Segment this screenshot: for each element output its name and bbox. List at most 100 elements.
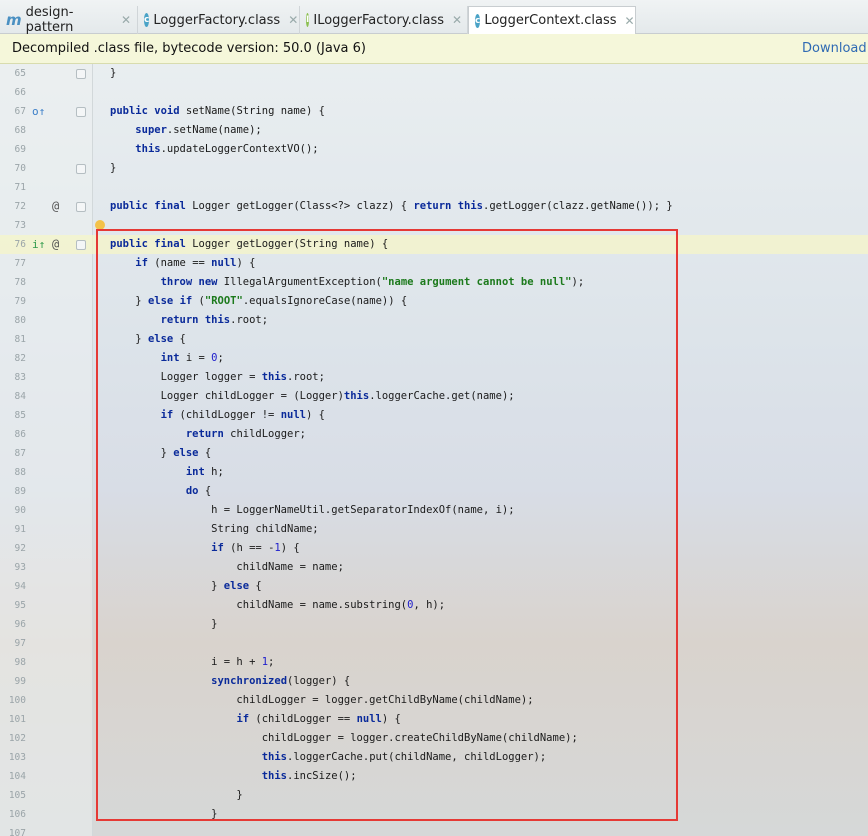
code-text[interactable]: if (name == null) { [110, 254, 255, 273]
code-text[interactable]: Logger childLogger = (Logger)this.logger… [110, 387, 515, 406]
fold-marker-icon[interactable] [76, 240, 86, 250]
code-line[interactable]: 99 synchronized(logger) { [0, 672, 868, 691]
code-line[interactable]: 84 Logger childLogger = (Logger)this.log… [0, 387, 868, 406]
code-line[interactable]: 81 } else { [0, 330, 868, 349]
overrides-method-icon[interactable]: o↑ [32, 102, 45, 121]
tab-ilogger-factory[interactable]: I ILoggerFactory.class ✕ [300, 6, 468, 34]
code-line[interactable]: 65} [0, 64, 868, 83]
code-line[interactable]: 86 return childLogger; [0, 425, 868, 444]
code-text[interactable]: h = LoggerNameUtil.getSeparatorIndexOf(n… [110, 501, 514, 520]
code-editor[interactable]: 65} 66 67 public void setName(String name) … [0, 64, 868, 836]
code-line[interactable]: 88 int h; [0, 463, 868, 482]
close-icon[interactable]: ✕ [121, 13, 131, 27]
code-text[interactable]: int h; [110, 463, 224, 482]
code-line[interactable]: 82 int i = 0; [0, 349, 868, 368]
code-text[interactable]: public final Logger getLogger(Class<?> c… [110, 197, 673, 216]
tab-logger-factory[interactable]: c LoggerFactory.class ✕ [138, 6, 300, 34]
code-line[interactable]: 83 Logger logger = this.root; [0, 368, 868, 387]
code-text[interactable]: } else { [110, 330, 186, 349]
code-text[interactable]: } [110, 805, 217, 824]
code-line[interactable]: 79 } else if ("ROOT".equalsIgnoreCase(na… [0, 292, 868, 311]
close-icon[interactable]: ✕ [452, 13, 462, 27]
line-number: 92 [14, 543, 26, 554]
fold-marker-icon[interactable] [76, 107, 86, 117]
code-text[interactable]: } [110, 159, 116, 178]
code-line[interactable]: 93 childName = name; [0, 558, 868, 577]
tab-design-pattern[interactable]: m design-pattern ✕ [0, 5, 138, 35]
implements-method-icon[interactable]: i↑ [32, 235, 45, 254]
code-line[interactable]: 76 public final Logger getLogger(String n… [0, 235, 868, 254]
code-text[interactable]: String childName; [110, 520, 318, 539]
code-line[interactable]: 67 public void setName(String name) {o↑ [0, 102, 868, 121]
code-text[interactable]: i = h + 1; [110, 653, 274, 672]
annotation-icon[interactable]: @ [52, 235, 59, 254]
fold-marker-icon[interactable] [76, 202, 86, 212]
code-line[interactable]: 73 [0, 216, 868, 235]
code-line[interactable]: 78 throw new IllegalArgumentException("n… [0, 273, 868, 292]
code-text[interactable]: if (childLogger != null) { [110, 406, 325, 425]
code-line[interactable]: 102 childLogger = logger.createChildByNa… [0, 729, 868, 748]
code-line[interactable]: 104 this.incSize(); [0, 767, 868, 786]
code-line[interactable]: 87 } else { [0, 444, 868, 463]
code-text[interactable]: if (h == -1) { [110, 539, 300, 558]
code-line[interactable]: 100 childLogger = logger.getChildByName(… [0, 691, 868, 710]
code-line[interactable]: 77 if (name == null) { [0, 254, 868, 273]
code-line[interactable]: 72 public final Logger getLogger(Class<?>… [0, 197, 868, 216]
code-line[interactable]: 69 this.updateLoggerContextVO(); [0, 140, 868, 159]
code-text[interactable]: Logger logger = this.root; [110, 368, 325, 387]
code-line[interactable]: 91 String childName; [0, 520, 868, 539]
code-text[interactable]: synchronized(logger) { [110, 672, 350, 691]
code-line[interactable]: 80 return this.root; [0, 311, 868, 330]
code-line[interactable]: 89 do { [0, 482, 868, 501]
code-text[interactable]: childName = name.substring(0, h); [110, 596, 445, 615]
close-icon[interactable]: ✕ [288, 13, 298, 27]
code-text[interactable]: throw new IllegalArgumentException("name… [110, 273, 585, 292]
code-text[interactable]: this.updateLoggerContextVO(); [110, 140, 318, 159]
fold-marker-icon[interactable] [76, 69, 86, 79]
code-text[interactable]: do { [110, 482, 211, 501]
code-text[interactable]: this.incSize(); [110, 767, 357, 786]
code-text[interactable]: public final Logger getLogger(String nam… [110, 235, 388, 254]
code-line[interactable]: 105 } [0, 786, 868, 805]
code-line[interactable]: 97 [0, 634, 868, 653]
code-text[interactable]: } else { [110, 577, 262, 596]
code-text[interactable]: super.setName(name); [110, 121, 261, 140]
code-line[interactable]: 106 } [0, 805, 868, 824]
decompiled-info-bar: Decompiled .class file, bytecode version… [0, 34, 868, 64]
code-line[interactable]: 92 if (h == -1) { [0, 539, 868, 558]
code-line[interactable]: 66 [0, 83, 868, 102]
code-text[interactable]: int i = 0; [110, 349, 224, 368]
code-line[interactable]: 68 super.setName(name); [0, 121, 868, 140]
code-line[interactable]: 98 i = h + 1; [0, 653, 868, 672]
code-line[interactable]: 95 childName = name.substring(0, h); [0, 596, 868, 615]
code-line[interactable]: 103 this.loggerCache.put(childName, chil… [0, 748, 868, 767]
code-text[interactable]: } else if ("ROOT".equalsIgnoreCase(name)… [110, 292, 407, 311]
code-text[interactable]: childLogger = logger.createChildByName(c… [110, 729, 578, 748]
code-text[interactable]: if (childLogger == null) { [110, 710, 400, 729]
intention-bulb-icon[interactable] [95, 220, 105, 230]
tab-logger-context[interactable]: c LoggerContext.class ✕ [468, 6, 636, 34]
fold-marker-icon[interactable] [76, 164, 86, 174]
code-text[interactable]: this.loggerCache.put(childName, childLog… [110, 748, 546, 767]
code-line[interactable]: 101 if (childLogger == null) { [0, 710, 868, 729]
code-line[interactable]: 85 if (childLogger != null) { [0, 406, 868, 425]
code-text[interactable]: childName = name; [110, 558, 343, 577]
code-text[interactable]: } else { [110, 444, 212, 463]
code-text[interactable]: return this.root; [110, 311, 269, 330]
line-number: 91 [14, 524, 26, 535]
code-text[interactable]: } [110, 615, 217, 634]
code-text[interactable]: childLogger = logger.getChildByName(chil… [110, 691, 533, 710]
code-line[interactable]: 70} [0, 159, 868, 178]
code-line[interactable]: 71 [0, 178, 868, 197]
code-line[interactable]: 90 h = LoggerNameUtil.getSeparatorIndexO… [0, 501, 868, 520]
code-text[interactable]: } [110, 786, 242, 805]
annotation-icon[interactable]: @ [52, 197, 59, 216]
code-line[interactable]: 94 } else { [0, 577, 868, 596]
code-text[interactable]: public void setName(String name) { [110, 102, 325, 121]
close-icon[interactable]: ✕ [625, 14, 635, 28]
code-text[interactable]: return childLogger; [110, 425, 306, 444]
code-line[interactable]: 107 [0, 824, 868, 836]
code-line[interactable]: 96 } [0, 615, 868, 634]
code-text[interactable]: } [110, 64, 116, 83]
download-sources-link[interactable]: Download S [802, 41, 868, 56]
